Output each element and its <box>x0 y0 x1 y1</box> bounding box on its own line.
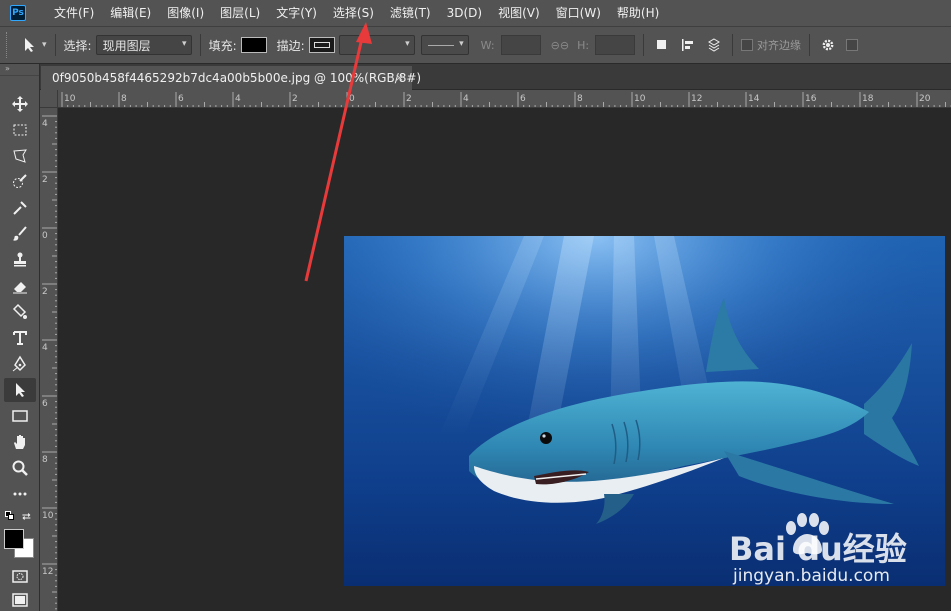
watermark-url: jingyan.baidu.com <box>733 566 890 586</box>
watermark-brand: Bai du经验 <box>729 530 907 568</box>
baidu-jingyan-watermark: Bai du经验 jingyan.baidu.com <box>729 510 951 590</box>
annotation-arrow-head <box>356 22 372 44</box>
annotation-arrow <box>304 37 364 282</box>
